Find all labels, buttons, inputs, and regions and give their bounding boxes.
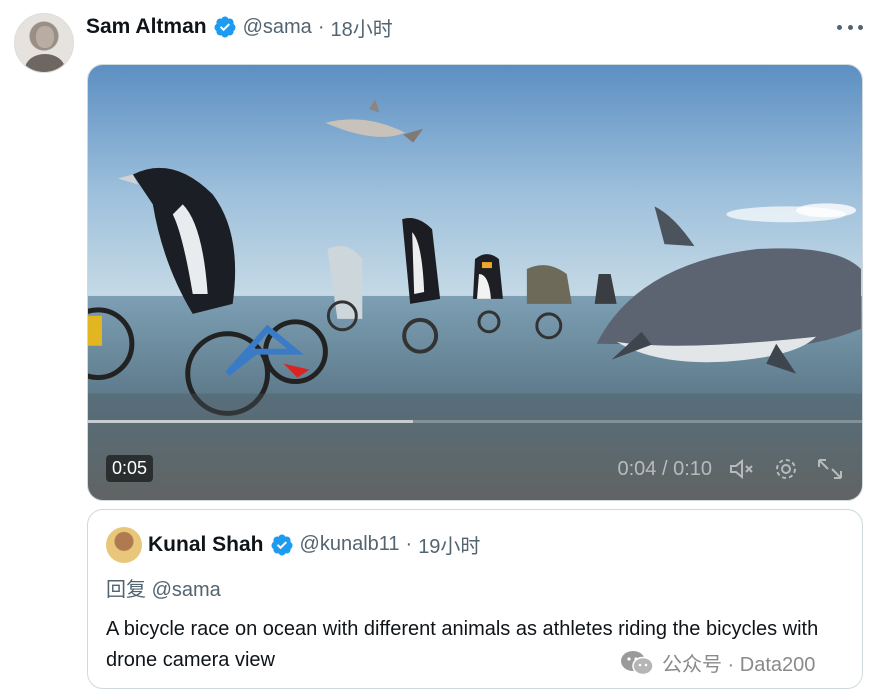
verified-badge-icon — [214, 16, 236, 38]
separator-dot: · — [317, 15, 325, 38]
fullscreen-icon[interactable] — [816, 457, 844, 481]
tweet-header: Sam Altman @sama · 18小时 — [86, 12, 393, 42]
avatar-shoulders — [25, 54, 65, 72]
time-readout: 0:04 / 0:10 — [617, 457, 712, 480]
author-handle[interactable]: @sama — [243, 16, 312, 39]
tweet-timestamp[interactable]: 18小时 — [330, 13, 392, 42]
reply-context: 回复 @sama — [106, 573, 221, 602]
elapsed-time-badge: 0:05 — [106, 455, 154, 482]
watermark-label: 公众号 · Data200 — [662, 654, 816, 676]
video-progress-fill — [88, 420, 414, 423]
more-dot — [847, 24, 853, 30]
avatar-face — [36, 26, 54, 48]
more-dot — [858, 24, 863, 30]
separator-dot: · — [405, 533, 413, 555]
quoted-author-name[interactable]: Kunal Shah — [148, 533, 264, 557]
verified-badge-icon — [271, 534, 293, 555]
more-options-icon[interactable] — [837, 16, 863, 38]
video-progress-bar[interactable] — [88, 420, 862, 423]
video-player[interactable]: 0:05 0:04 / 0:10 — [87, 64, 863, 501]
mute-icon[interactable] — [728, 457, 756, 481]
quoted-author-avatar[interactable] — [106, 527, 142, 563]
quoted-tweet-header: Kunal Shah @kunalb11 · 19小时 — [148, 530, 480, 559]
author-name[interactable]: Sam Altman — [86, 15, 207, 39]
reply-mention-link[interactable]: @sama — [152, 579, 221, 601]
video-frame — [88, 65, 862, 500]
wechat-icon — [621, 650, 654, 675]
quoted-author-handle[interactable]: @kunalb11 — [300, 533, 400, 556]
video-controls: 0:04 / 0:10 — [617, 457, 844, 481]
watermark: 公众号 · Data200 — [620, 648, 815, 677]
settings-icon[interactable] — [772, 457, 800, 481]
more-dot — [837, 24, 842, 30]
quoted-tweet-timestamp[interactable]: 19小时 — [418, 530, 480, 559]
reply-prefix: 回复 — [106, 579, 146, 601]
author-avatar[interactable] — [14, 13, 74, 73]
